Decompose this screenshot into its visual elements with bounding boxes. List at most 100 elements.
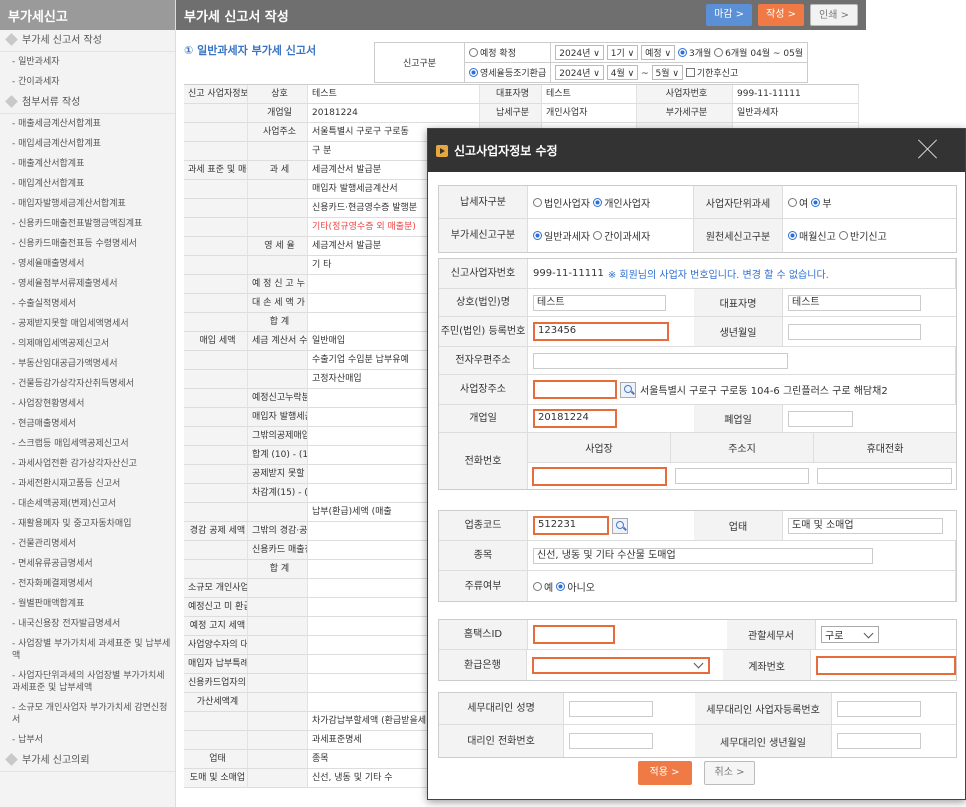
radio-liquor-yes[interactable] — [533, 581, 542, 591]
sidebar-section[interactable]: 부가세 신고서 작성 — [0, 30, 175, 52]
tax-office-select[interactable]: 구로 — [821, 626, 879, 643]
search-icon[interactable] — [612, 517, 628, 534]
sidebar-item[interactable]: - 사업장현황명세서 — [0, 394, 175, 414]
radio-simple[interactable] — [593, 231, 603, 240]
sidebar-item[interactable]: - 납부서 — [0, 730, 175, 750]
sidebar-item[interactable]: - 매출세금계산서합계표 — [0, 114, 175, 134]
sidebar-item[interactable]: - 면세유류공급명세서 — [0, 554, 175, 574]
phone-label: 전화번호 — [439, 433, 527, 489]
sidebar-item[interactable]: - 대손세액공제(변제)신고서 — [0, 494, 175, 514]
address-text: 서울특별시 구로구 구로동 104-6 그린플러스 구로 해담채2 — [640, 386, 888, 397]
table-cell: 예정신고누락분 — [248, 389, 308, 407]
write-button[interactable]: 작성 > — [758, 4, 805, 26]
sidebar-item[interactable]: - 공제받지못할 매입세액명세서 — [0, 314, 175, 334]
apply-button[interactable]: 적용 > — [637, 761, 692, 785]
table-cell — [184, 541, 248, 559]
year2-select[interactable]: 2024년 ∨ — [555, 65, 604, 80]
sidebar-item[interactable]: - 사업자단위과세의 사업장별 부가가치세 과세표준 및 납부세액 — [0, 666, 175, 698]
phone-home-input[interactable] — [674, 468, 810, 484]
sidebar-item[interactable]: - 간이과세자 — [0, 72, 175, 92]
sidebar-item[interactable]: - 건물관리명세서 — [0, 534, 175, 554]
cancel-button[interactable]: 취소 > — [703, 761, 756, 785]
radio-icon[interactable] — [469, 48, 478, 57]
radio-unit-yes[interactable] — [788, 197, 797, 207]
edit-business-info-dialog: 신고사업자정보 수정 납세자구분 법인사업자 개인사업자 사업자단위과세 여 부… — [427, 128, 966, 800]
industry-code-input[interactable]: 512231 — [533, 516, 609, 535]
month-from-select[interactable]: 4월 ∨ — [606, 65, 639, 80]
close-icon[interactable] — [913, 136, 943, 166]
search-icon[interactable] — [620, 381, 636, 398]
radio-indiv[interactable] — [593, 197, 603, 207]
sidebar-item[interactable]: - 수출실적명세서 — [0, 294, 175, 314]
account-input[interactable] — [816, 655, 956, 675]
sidebar-item[interactable]: - 현금매출명세서 — [0, 414, 175, 434]
sidebar-item[interactable]: - 재활용폐자 및 중고자동차매입 — [0, 514, 175, 534]
sidebar-item[interactable]: - 신용카드매출전표등 수령명세서 — [0, 234, 175, 254]
print-button[interactable]: 인쇄 > — [810, 4, 858, 26]
radio-scheduled[interactable]: 예정 확정 — [463, 42, 552, 63]
sidebar-section[interactable]: 부가세 신고의뢰 — [0, 750, 175, 772]
agent-bizno-input[interactable] — [837, 700, 921, 717]
radio-liquor-no[interactable] — [556, 581, 566, 591]
hometax-input[interactable] — [533, 625, 615, 644]
biz-type-input[interactable]: 도매 및 소매업 — [788, 517, 943, 534]
birth-input[interactable] — [788, 323, 921, 340]
radio-icon[interactable] — [469, 68, 478, 77]
radio-early-refund[interactable]: 영세율등조기환급 — [463, 62, 552, 83]
sidebar-item[interactable]: - 스크랩등 매입세액공제신고서 — [0, 434, 175, 454]
radio-6months[interactable] — [714, 48, 724, 57]
tax-office-label: 관할세무서 — [727, 620, 815, 649]
sidebar-item[interactable]: - 매입자발행세금계산서합계표 — [0, 194, 175, 214]
zip-input[interactable] — [533, 380, 617, 399]
refund-bank-select[interactable] — [531, 656, 710, 674]
sidebar-item[interactable]: - 월별판매액합계표 — [0, 594, 175, 614]
sidebar-item[interactable]: - 신용카드매출전표발행금액집계표 — [0, 214, 175, 234]
deadline-button[interactable]: 마감 > — [706, 4, 753, 26]
taxpayer-type-label: 납세자구분 — [439, 186, 527, 218]
sidebar-item[interactable]: - 영세율매출명세서 — [0, 254, 175, 274]
sidebar-item[interactable]: - 소규모 개인사업자 부가가치세 감면신청서 — [0, 698, 175, 730]
sidebar-item[interactable]: - 전자화폐결제명세서 — [0, 574, 175, 594]
sidebar-item[interactable]: - 의제매입세액공제신고서 — [0, 334, 175, 354]
agent-phone-input[interactable] — [569, 733, 653, 749]
rep-input[interactable]: 테스트 — [788, 294, 921, 311]
sidebar-item[interactable]: - 일반과세자 — [0, 52, 175, 72]
period-select[interactable]: 1기 ∨ — [606, 45, 639, 60]
sidebar-item[interactable]: - 매출계산서합계표 — [0, 154, 175, 174]
table-cell: 개인사업자 — [542, 104, 637, 122]
diamond-icon — [5, 753, 18, 766]
sidebar-section[interactable]: 첨부서류 작성 — [0, 92, 175, 114]
table-cell — [248, 503, 308, 521]
form-heading: ① 일반과세자 부가세 신고서 — [184, 44, 317, 57]
radio-corp[interactable] — [533, 197, 542, 207]
radio-unit-no[interactable] — [811, 197, 821, 207]
radio-monthly[interactable] — [788, 231, 797, 240]
sidebar-item[interactable]: - 부동산임대공급가액명세서 — [0, 354, 175, 374]
agent-name-input[interactable] — [569, 700, 653, 717]
item-input[interactable]: 신선, 냉동 및 기타 수산물 도매업 — [533, 547, 873, 564]
close-date-input[interactable] — [788, 410, 853, 427]
email-input[interactable] — [533, 352, 788, 369]
sidebar-item[interactable]: - 내국신용장 전자발급명세서 — [0, 614, 175, 634]
sidebar-item[interactable]: - 과세사업전환 감가상각자산신고 — [0, 454, 175, 474]
sidebar-item[interactable]: - 영세율첨부서류제출명세서 — [0, 274, 175, 294]
sidebar-item[interactable]: - 건물등감가상각자산취득명세서 — [0, 374, 175, 394]
open-date-input[interactable]: 20181224 — [533, 409, 617, 428]
agent-birth-input[interactable] — [837, 733, 921, 749]
radio-3months[interactable] — [678, 48, 687, 57]
name-input[interactable]: 테스트 — [533, 294, 666, 311]
month-to-select[interactable]: 5월 ∨ — [651, 65, 683, 80]
sidebar-item[interactable]: - 과세전환시재고품등 신고서 — [0, 474, 175, 494]
radio-half[interactable] — [839, 231, 848, 240]
phone-biz-input[interactable] — [532, 466, 667, 486]
kind-select[interactable]: 예정 ∨ — [641, 45, 676, 60]
reg-input[interactable]: 123456 — [533, 322, 669, 341]
radio-general[interactable] — [533, 231, 542, 240]
sidebar-item[interactable]: - 사업장별 부가가치세 과세표준 및 납부세액 — [0, 634, 175, 666]
chevron-down-icon — [863, 628, 874, 638]
sidebar-item[interactable]: - 매입세금계산서합계표 — [0, 134, 175, 154]
sidebar-item[interactable]: - 매입계산서합계표 — [0, 174, 175, 194]
phone-mobile-input[interactable] — [817, 468, 953, 484]
late-report-checkbox[interactable] — [685, 68, 695, 77]
year-select[interactable]: 2024년 ∨ — [555, 45, 604, 60]
